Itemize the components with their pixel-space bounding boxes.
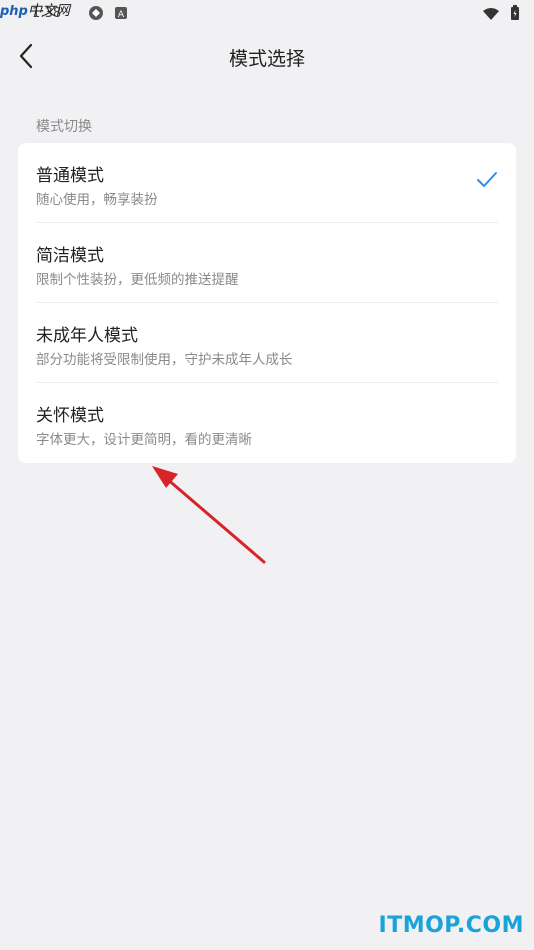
watermark-cn: 中文网	[27, 3, 70, 19]
section-label: 模式切换	[36, 119, 92, 135]
mode-option-care[interactable]: 关怀模式 字体更大，设计更简明，看的更清晰	[18, 383, 516, 463]
option-desc: 随心使用，畅享装扮	[36, 192, 158, 208]
option-title: 关怀模式	[36, 406, 104, 426]
status-icons-right	[482, 5, 520, 25]
app-a-icon: A	[114, 5, 128, 25]
watermark-bottom: ITMOP.COM	[378, 913, 524, 938]
option-desc: 字体更大，设计更简明，看的更清晰	[36, 432, 252, 448]
option-desc: 部分功能将受限制使用，守护未成年人成长	[36, 352, 293, 368]
battery-icon	[510, 5, 520, 25]
option-desc: 限制个性装扮，更低频的推送提醒	[36, 272, 239, 288]
watermark-top: php中文网	[0, 0, 70, 20]
status-icons-left: A	[88, 5, 128, 25]
option-title: 普通模式	[36, 166, 104, 186]
mode-option-simple[interactable]: 简洁模式 限制个性装扮，更低频的推送提醒	[18, 223, 516, 303]
mode-options-card: 普通模式 随心使用，畅享装扮 简洁模式 限制个性装扮，更低频的推送提醒 未成年人…	[18, 143, 516, 463]
mode-option-normal[interactable]: 普通模式 随心使用，畅享装扮	[18, 143, 516, 223]
notification-icon	[88, 5, 104, 25]
status-bar: 1:38 A	[0, 0, 534, 28]
option-title: 未成年人模式	[36, 326, 138, 346]
svg-text:A: A	[118, 10, 125, 20]
check-icon	[477, 172, 497, 187]
wifi-icon	[482, 6, 500, 25]
watermark-php: php	[0, 4, 28, 19]
page-title: 模式选择	[228, 48, 305, 70]
mode-option-minor[interactable]: 未成年人模式 部分功能将受限制使用，守护未成年人成长	[18, 303, 516, 383]
option-title: 简洁模式	[36, 246, 104, 266]
header: 模式选择	[0, 30, 534, 82]
